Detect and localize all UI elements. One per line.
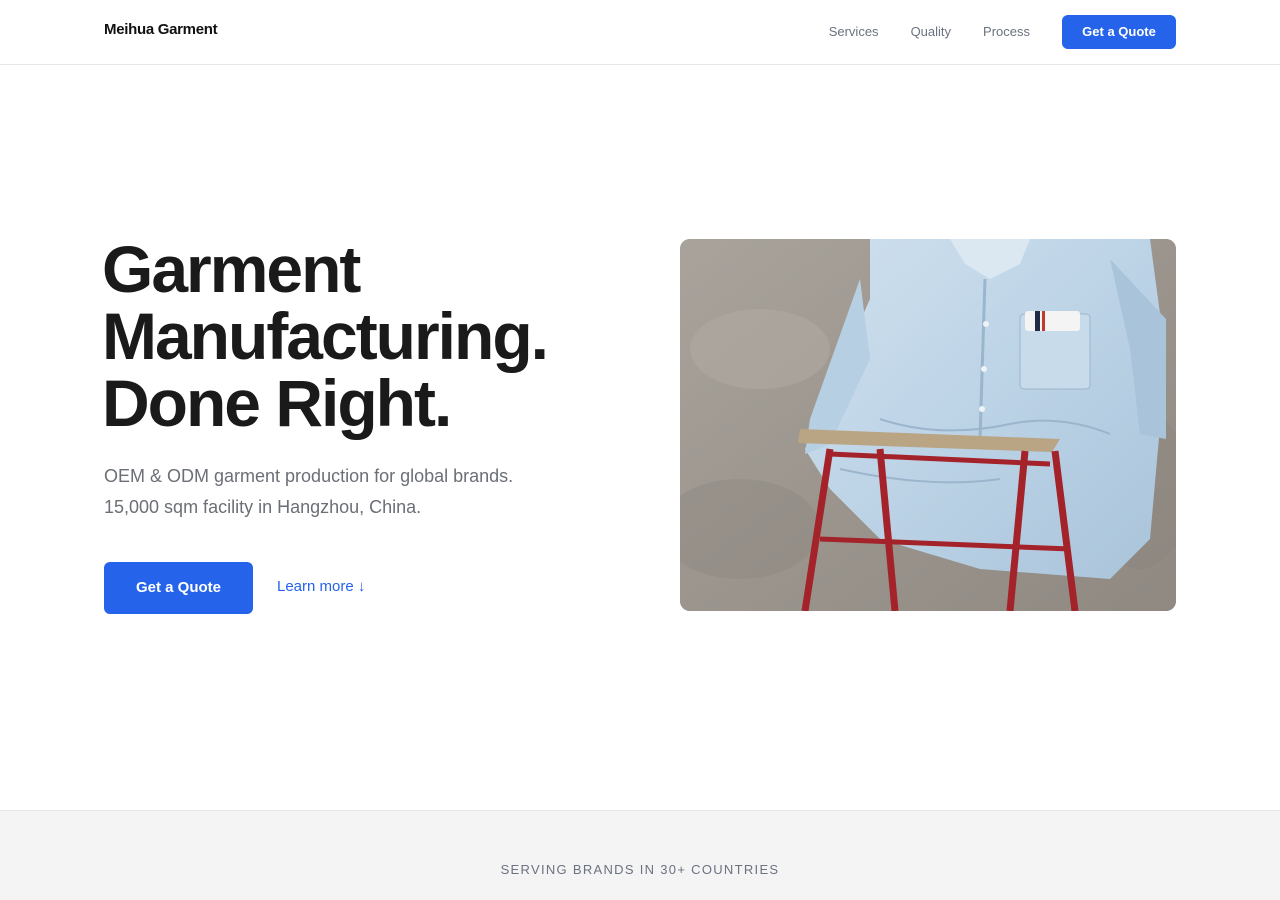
nav-quality[interactable]: Quality bbox=[911, 15, 951, 49]
hero-title-line-2: Manufacturing. bbox=[102, 299, 549, 373]
brand-logo[interactable]: Meihua Garment bbox=[104, 21, 218, 38]
trust-band: SERVING BRANDS IN 30+ COUNTRIES bbox=[0, 810, 1280, 900]
hero-title: Garment Manufacturing. Done Right. bbox=[102, 236, 642, 437]
hero-title-line-3: Done Right. bbox=[102, 366, 452, 440]
hero-subtitle: OEM & ODM garment production for global … bbox=[104, 461, 604, 523]
hero-title-line-1: Garment bbox=[102, 232, 361, 306]
nav-process[interactable]: Process bbox=[983, 15, 1030, 49]
hero-subtitle-line-2: 15,000 sqm facility in Hangzhou, China. bbox=[104, 497, 422, 517]
hero-get-quote-button[interactable]: Get a Quote bbox=[104, 562, 253, 614]
shirt-on-stool-illustration bbox=[680, 239, 1176, 611]
nav-services[interactable]: Services bbox=[829, 15, 879, 49]
nav-links: Services Quality Process Get a Quote bbox=[829, 15, 1176, 49]
top-navbar: Meihua Garment Services Quality Process … bbox=[0, 0, 1280, 65]
hero-subtitle-line-1: OEM & ODM garment production for global … bbox=[104, 466, 514, 486]
hero-shirt-photo bbox=[680, 239, 1176, 611]
nav-get-quote-button[interactable]: Get a Quote bbox=[1062, 15, 1176, 49]
learn-more-link[interactable]: Learn more ↓ bbox=[277, 576, 365, 598]
trust-label: SERVING BRANDS IN 30+ COUNTRIES bbox=[500, 862, 780, 877]
